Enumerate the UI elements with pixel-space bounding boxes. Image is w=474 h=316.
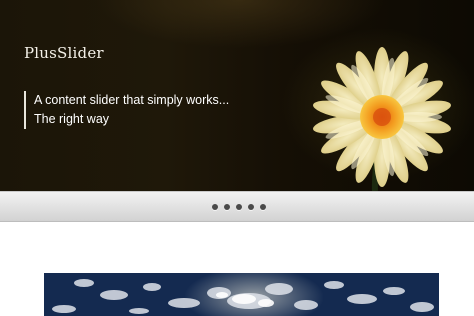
pager-dot-5[interactable] [260,204,266,210]
daisy-flower-image [313,47,451,191]
pager-dot-1[interactable] [212,204,218,210]
caption-line-2: The right way [34,112,110,126]
pager-dot-4[interactable] [248,204,254,210]
cloudy-sky-image [44,273,439,316]
cloud-sky-graphic [44,273,439,316]
caption-line-1: A content slider that simply works... [34,93,230,107]
slide-caption: A content slider that simply works... Th… [24,91,229,129]
page: PlusSlider A content slider that simply … [0,0,474,316]
pager-dot-2[interactable] [224,204,230,210]
slider-pager [0,191,474,222]
pager-dot-3[interactable] [236,204,242,210]
slider-slide: PlusSlider A content slider that simply … [0,0,474,191]
pager-dots [212,204,266,211]
slide-title: PlusSlider [24,44,104,62]
